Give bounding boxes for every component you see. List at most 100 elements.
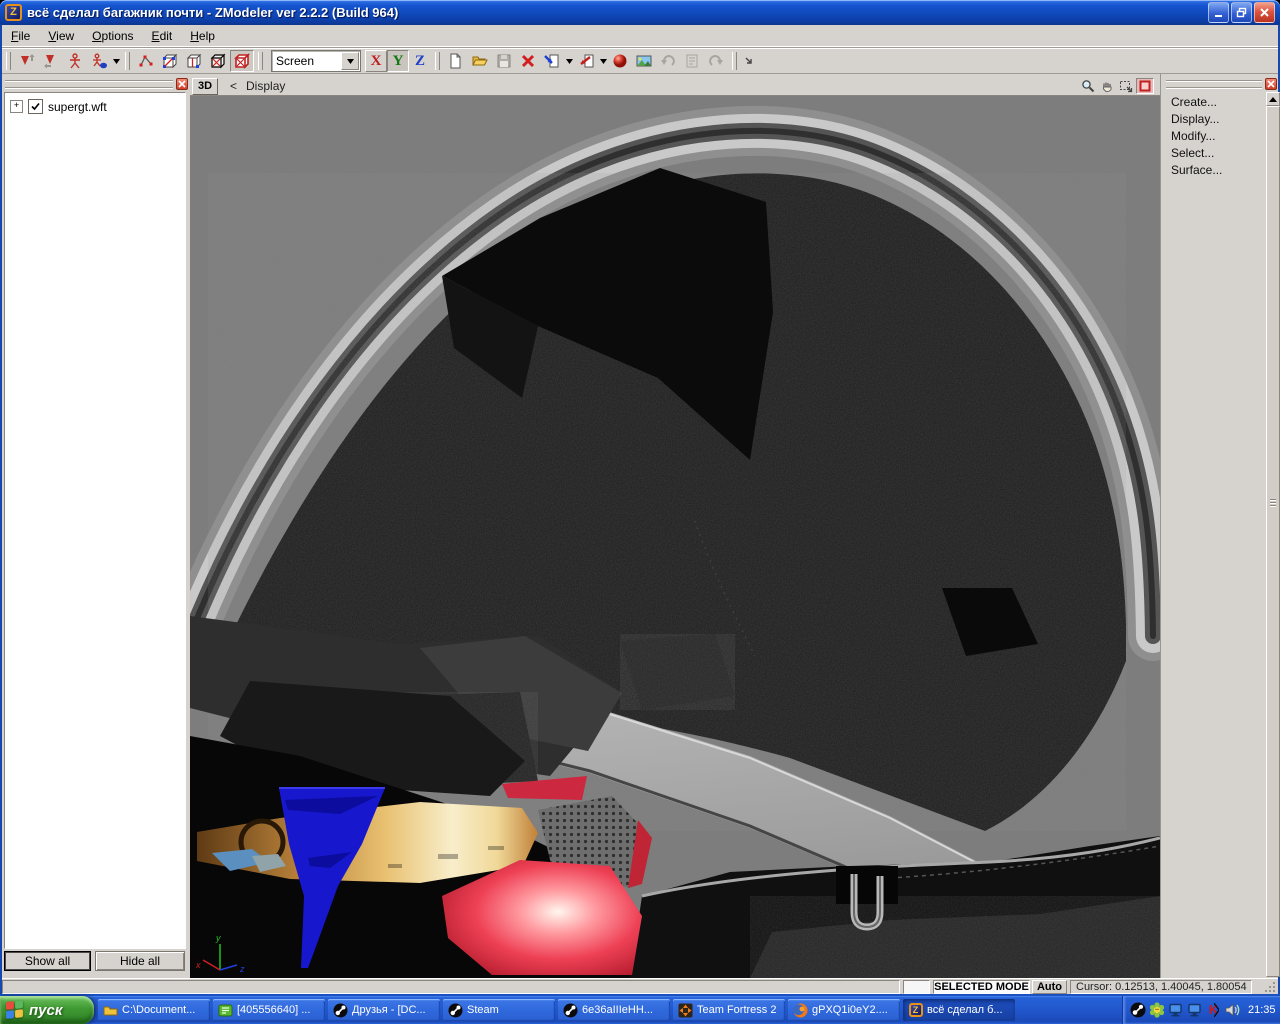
command-modify[interactable]: Modify... <box>1161 128 1265 145</box>
material-editor-button[interactable] <box>608 50 632 72</box>
taskbar-button-label: Team Fortress 2 <box>697 1004 777 1016</box>
steam-tray-icon[interactable] <box>1130 1002 1146 1018</box>
open-file-button[interactable] <box>468 50 492 72</box>
taskbar-button-label: 6e36aIIIeHH... <box>582 1004 653 1016</box>
undo-button[interactable] <box>656 50 680 72</box>
start-label: пуск <box>29 1001 63 1019</box>
start-button[interactable]: пуск <box>0 996 94 1024</box>
network-icon[interactable] <box>1187 1002 1203 1018</box>
vertices-mode-button[interactable] <box>134 50 158 72</box>
tree-item-label[interactable]: supergt.wft <box>48 100 107 114</box>
menu-options[interactable]: Options <box>83 26 142 46</box>
import-button[interactable] <box>540 50 564 72</box>
redo-button[interactable] <box>704 50 728 72</box>
toolbar-grip[interactable] <box>125 52 130 70</box>
right-scrollbar-thumb[interactable] <box>1266 106 1280 977</box>
right-panel-close-button[interactable] <box>1265 77 1277 90</box>
left-panel-grip[interactable] <box>5 79 173 88</box>
command-create[interactable]: Create... <box>1161 94 1265 111</box>
restore-button[interactable] <box>1231 2 1252 23</box>
toolbar-grip[interactable] <box>258 52 263 70</box>
nav-back-button[interactable]: < <box>230 79 237 93</box>
volume-icon[interactable] <box>1225 1002 1241 1018</box>
export-button[interactable] <box>574 50 598 72</box>
title-bar[interactable]: Z всё сделал багажник почти - ZModeler v… <box>0 0 1280 25</box>
right-panel-grip[interactable] <box>1166 79 1262 88</box>
axis-x-label: x <box>195 960 201 970</box>
pose-figure-button[interactable] <box>63 50 87 72</box>
texture-browser-button[interactable] <box>632 50 656 72</box>
kaspersky-icon[interactable]: K <box>1206 1002 1222 1018</box>
command-surface[interactable]: Surface... <box>1161 162 1265 179</box>
hide-all-button[interactable]: Hide all <box>95 951 185 971</box>
menu-file[interactable]: File <box>2 26 39 46</box>
import-dropdown[interactable] <box>564 50 574 72</box>
notes-button[interactable] <box>680 50 704 72</box>
icq-flower-icon[interactable] <box>1149 1002 1165 1018</box>
close-view-button[interactable] <box>1136 78 1154 94</box>
taskbar-button-label: gPXQ1i0eY2.... <box>812 1004 888 1016</box>
taskbar-button-steam-window[interactable]: 6e36aIIIeHH... <box>558 999 670 1021</box>
view-selector-combobox[interactable]: Screen <box>271 50 361 72</box>
cube-selected-button[interactable] <box>230 50 254 72</box>
cube-wireframe-button[interactable] <box>206 50 230 72</box>
menu-edit[interactable]: Edit <box>143 26 182 46</box>
taskbar-button-firefox[interactable]: gPXQ1i0eY2.... <box>788 999 900 1021</box>
new-file-button[interactable] <box>444 50 468 72</box>
command-display[interactable]: Display... <box>1161 111 1265 128</box>
toolbar-grip[interactable] <box>732 52 737 70</box>
edit-cube-uv-button[interactable] <box>158 50 182 72</box>
combobox-dropdown-button[interactable] <box>341 52 359 70</box>
auto-button[interactable]: Auto <box>1032 980 1067 994</box>
axis-x-button[interactable]: X <box>365 50 387 72</box>
pose-menu-dropdown[interactable] <box>111 50 121 72</box>
command-select[interactable]: Select... <box>1161 145 1265 162</box>
scrollbar-up-button[interactable] <box>1266 92 1280 106</box>
scene-tree-panel[interactable]: + supergt.wft <box>4 92 186 949</box>
save-file-button[interactable] <box>492 50 516 72</box>
nav-label[interactable]: Display <box>246 79 285 93</box>
axis-y-label: y <box>215 933 221 943</box>
toolbar-grip[interactable] <box>435 52 440 70</box>
export-dropdown[interactable] <box>598 50 608 72</box>
funnel-vertical-icon <box>21 54 35 65</box>
taskbar-button-zmodeler[interactable]: Z всё сделал б... <box>903 999 1015 1021</box>
menu-help[interactable]: Help <box>181 26 224 46</box>
edit-cube-move-button[interactable] <box>182 50 206 72</box>
resize-grip[interactable] <box>1265 982 1277 994</box>
menu-view[interactable]: View <box>39 26 83 46</box>
tree-expander[interactable]: + <box>10 100 23 113</box>
tree-item-supergt[interactable]: + supergt.wft <box>5 93 185 114</box>
taskbar-button-steam[interactable]: Steam <box>443 999 555 1021</box>
axis-y-button[interactable]: Y <box>387 50 409 72</box>
taskbar-button-steam-friends[interactable]: Друзья - [DC... <box>328 999 440 1021</box>
fit-region-button[interactable] <box>1117 78 1135 94</box>
taskbar-button-qip[interactable]: [405556640] ... <box>213 999 325 1021</box>
select-move-horizontal-button[interactable] <box>39 50 63 72</box>
show-all-button[interactable]: Show all <box>4 951 91 971</box>
close-button[interactable] <box>1254 2 1275 23</box>
network-icon[interactable] <box>1168 1002 1184 1018</box>
taskbar-button-explorer[interactable]: C:\Document... <box>98 999 210 1021</box>
tree-checkbox[interactable] <box>28 99 43 114</box>
zmodeler-app-icon[interactable]: Z <box>5 4 22 21</box>
select-move-vertical-button[interactable] <box>15 50 39 72</box>
taskbar-button-tf2[interactable]: Team Fortress 2 <box>673 999 785 1021</box>
delete-button[interactable] <box>516 50 540 72</box>
minimize-button[interactable] <box>1208 2 1229 23</box>
right-panel-header[interactable] <box>1163 77 1277 90</box>
left-panel-close-button[interactable] <box>176 77 188 90</box>
pan-button[interactable] <box>1098 78 1116 94</box>
left-panel-header[interactable] <box>2 77 188 90</box>
view-mode-button[interactable]: 3D <box>192 77 218 95</box>
zoom-button[interactable] <box>1079 78 1097 94</box>
3d-viewport-canvas[interactable]: x y z <box>155 96 1178 1024</box>
window-title: всё сделал багажник почти - ZModeler ver… <box>27 5 399 20</box>
new-file-icon <box>450 53 461 69</box>
toolbar-overflow-button[interactable] <box>741 50 756 72</box>
axis-z-button[interactable]: Z <box>409 50 431 72</box>
pose-figure-menu-button[interactable] <box>87 50 111 72</box>
toolbar-grip[interactable] <box>6 52 11 70</box>
scrollbar-grip-marks <box>1270 499 1276 507</box>
close-icon <box>1267 79 1275 88</box>
